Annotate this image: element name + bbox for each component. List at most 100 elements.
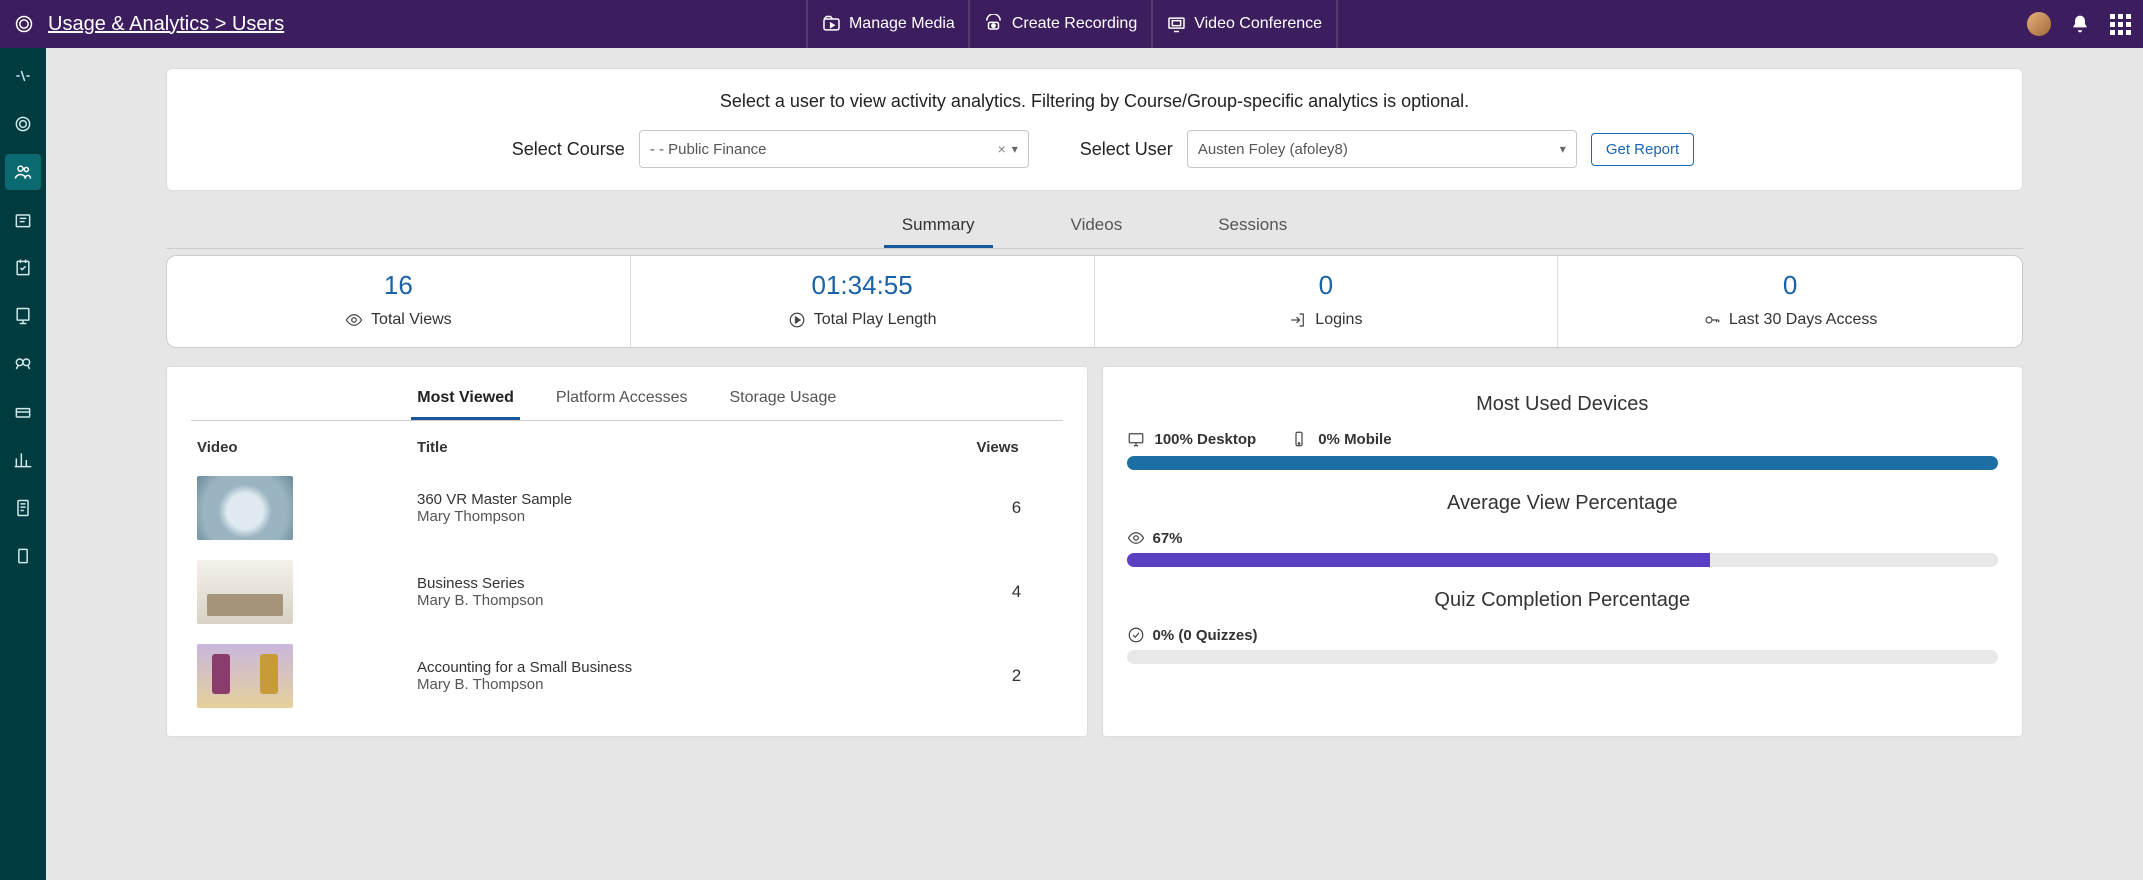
subtab-storage-usage[interactable]: Storage Usage (724, 385, 843, 420)
tab-summary[interactable]: Summary (884, 205, 993, 248)
metric-last30: 0 Last 30 Days Access (1558, 256, 2022, 347)
subtab-platform-accesses[interactable]: Platform Accesses (550, 385, 694, 420)
select-course-value: - - Public Finance (650, 141, 767, 158)
video-thumbnail (197, 644, 293, 708)
filter-hint: Select a user to view activity analytics… (197, 91, 1992, 112)
video-author: Mary Thompson (417, 508, 977, 525)
quiz-value: 0% (0 Quizzes) (1153, 627, 1258, 644)
col-title: Title (417, 439, 977, 456)
folder-play-icon (821, 14, 841, 34)
app-logo-icon (12, 12, 36, 36)
breadcrumb[interactable]: Usage & Analytics > Users (48, 13, 284, 36)
sidebar-item-10[interactable] (5, 490, 41, 526)
avg-view-heading: Average View Percentage (1127, 492, 1999, 515)
col-views: Views (977, 439, 1057, 456)
video-table-header: Video Title Views (191, 439, 1063, 466)
sidebar-item-7[interactable] (5, 346, 41, 382)
select-course-dropdown[interactable]: - - Public Finance × ▾ (639, 130, 1029, 168)
key-icon (1703, 311, 1721, 329)
metric-logins: 0 Logins (1095, 256, 1559, 347)
get-report-button[interactable]: Get Report (1591, 133, 1694, 166)
sidebar-item-1[interactable] (5, 58, 41, 94)
chevron-down-icon: ▾ (1560, 142, 1566, 156)
chevron-down-icon: ▾ (1012, 142, 1018, 156)
quiz-heading: Quiz Completion Percentage (1127, 589, 1999, 612)
sidebar-item-users[interactable] (5, 154, 41, 190)
stats-panel: Most Used Devices 100% Desktop 0% Mobile… (1102, 366, 2024, 737)
sub-tabs: Most Viewed Platform Accesses Storage Us… (191, 385, 1063, 421)
avatar[interactable] (2027, 12, 2051, 36)
eye-icon (1127, 529, 1145, 547)
devices-heading: Most Used Devices (1127, 393, 1999, 416)
avg-view-bar (1127, 553, 1999, 567)
col-video: Video (197, 439, 417, 456)
video-title: 360 VR Master Sample (417, 491, 977, 508)
check-circle-icon (1127, 626, 1145, 644)
metric-total-views: 16 Total Views (167, 256, 631, 347)
sidebar-item-4[interactable] (5, 202, 41, 238)
login-icon (1289, 311, 1307, 329)
sidebar-item-8[interactable] (5, 394, 41, 430)
select-user-value: Austen Foley (afoley8) (1198, 141, 1348, 158)
manage-media-label: Manage Media (849, 15, 955, 33)
metric-value: 0 (1568, 270, 2012, 301)
create-recording-button[interactable]: Create Recording (969, 0, 1151, 48)
sidebar-item-2[interactable] (5, 106, 41, 142)
video-title: Business Series (417, 575, 977, 592)
devices-bar (1127, 456, 1999, 470)
sidebar-item-analytics[interactable] (5, 442, 41, 478)
desktop-icon (1127, 430, 1145, 448)
filter-card: Select a user to view activity analytics… (166, 68, 2023, 191)
table-row[interactable]: Business Series Mary B. Thompson 4 (191, 550, 1063, 634)
main-content: Select a user to view activity analytics… (46, 48, 2143, 880)
video-views: 6 (977, 498, 1057, 518)
select-user-dropdown[interactable]: Austen Foley (afoley8) ▾ (1187, 130, 1577, 168)
video-thumbnail (197, 476, 293, 540)
camera-record-icon (984, 14, 1004, 34)
metric-label: Last 30 Days Access (1729, 311, 1878, 329)
apps-grid-icon[interactable] (2109, 13, 2131, 35)
video-conference-icon (1166, 14, 1186, 34)
header-right (2027, 12, 2131, 36)
video-views: 2 (977, 666, 1057, 686)
clear-course-icon[interactable]: × (992, 141, 1012, 157)
table-row[interactable]: 360 VR Master Sample Mary Thompson 6 (191, 466, 1063, 550)
tab-videos[interactable]: Videos (1053, 205, 1141, 248)
video-author: Mary B. Thompson (417, 592, 977, 609)
mobile-icon (1290, 430, 1308, 448)
metric-label: Total Views (371, 311, 452, 329)
main-tabs: Summary Videos Sessions (166, 205, 2023, 249)
quiz-bar (1127, 650, 1999, 664)
left-sidebar (0, 48, 46, 880)
metric-label: Total Play Length (814, 311, 937, 329)
video-conference-label: Video Conference (1194, 15, 1322, 33)
most-viewed-panel: Most Viewed Platform Accesses Storage Us… (166, 366, 1088, 737)
notifications-icon[interactable] (2069, 13, 2091, 35)
metric-play-length: 01:34:55 Total Play Length (631, 256, 1095, 347)
video-title: Accounting for a Small Business (417, 659, 977, 676)
create-recording-label: Create Recording (1012, 15, 1137, 33)
manage-media-button[interactable]: Manage Media (806, 0, 969, 48)
sidebar-item-5[interactable] (5, 250, 41, 286)
metric-value: 16 (177, 270, 620, 301)
metric-value: 01:34:55 (641, 270, 1084, 301)
avg-view-value: 67% (1153, 530, 1183, 547)
video-conference-button[interactable]: Video Conference (1151, 0, 1337, 48)
table-row[interactable]: Accounting for a Small Business Mary B. … (191, 634, 1063, 718)
metric-label: Logins (1315, 311, 1362, 329)
metrics-card: 16 Total Views 01:34:55 Total Play Lengt… (166, 255, 2023, 348)
sidebar-item-11[interactable] (5, 538, 41, 574)
header-center-actions: Manage Media Create Recording Video Conf… (806, 0, 1337, 48)
subtab-most-viewed[interactable]: Most Viewed (411, 385, 520, 420)
video-author: Mary B. Thompson (417, 676, 977, 693)
play-circle-icon (788, 311, 806, 329)
eye-icon (345, 311, 363, 329)
desktop-percent: 100% Desktop (1155, 431, 1257, 448)
top-bar: Usage & Analytics > Users Manage Media C… (0, 0, 2143, 48)
sidebar-item-6[interactable] (5, 298, 41, 334)
mobile-percent: 0% Mobile (1318, 431, 1391, 448)
video-views: 4 (977, 582, 1057, 602)
select-course-label: Select Course (495, 139, 625, 160)
select-user-label: Select User (1043, 139, 1173, 160)
tab-sessions[interactable]: Sessions (1200, 205, 1305, 248)
